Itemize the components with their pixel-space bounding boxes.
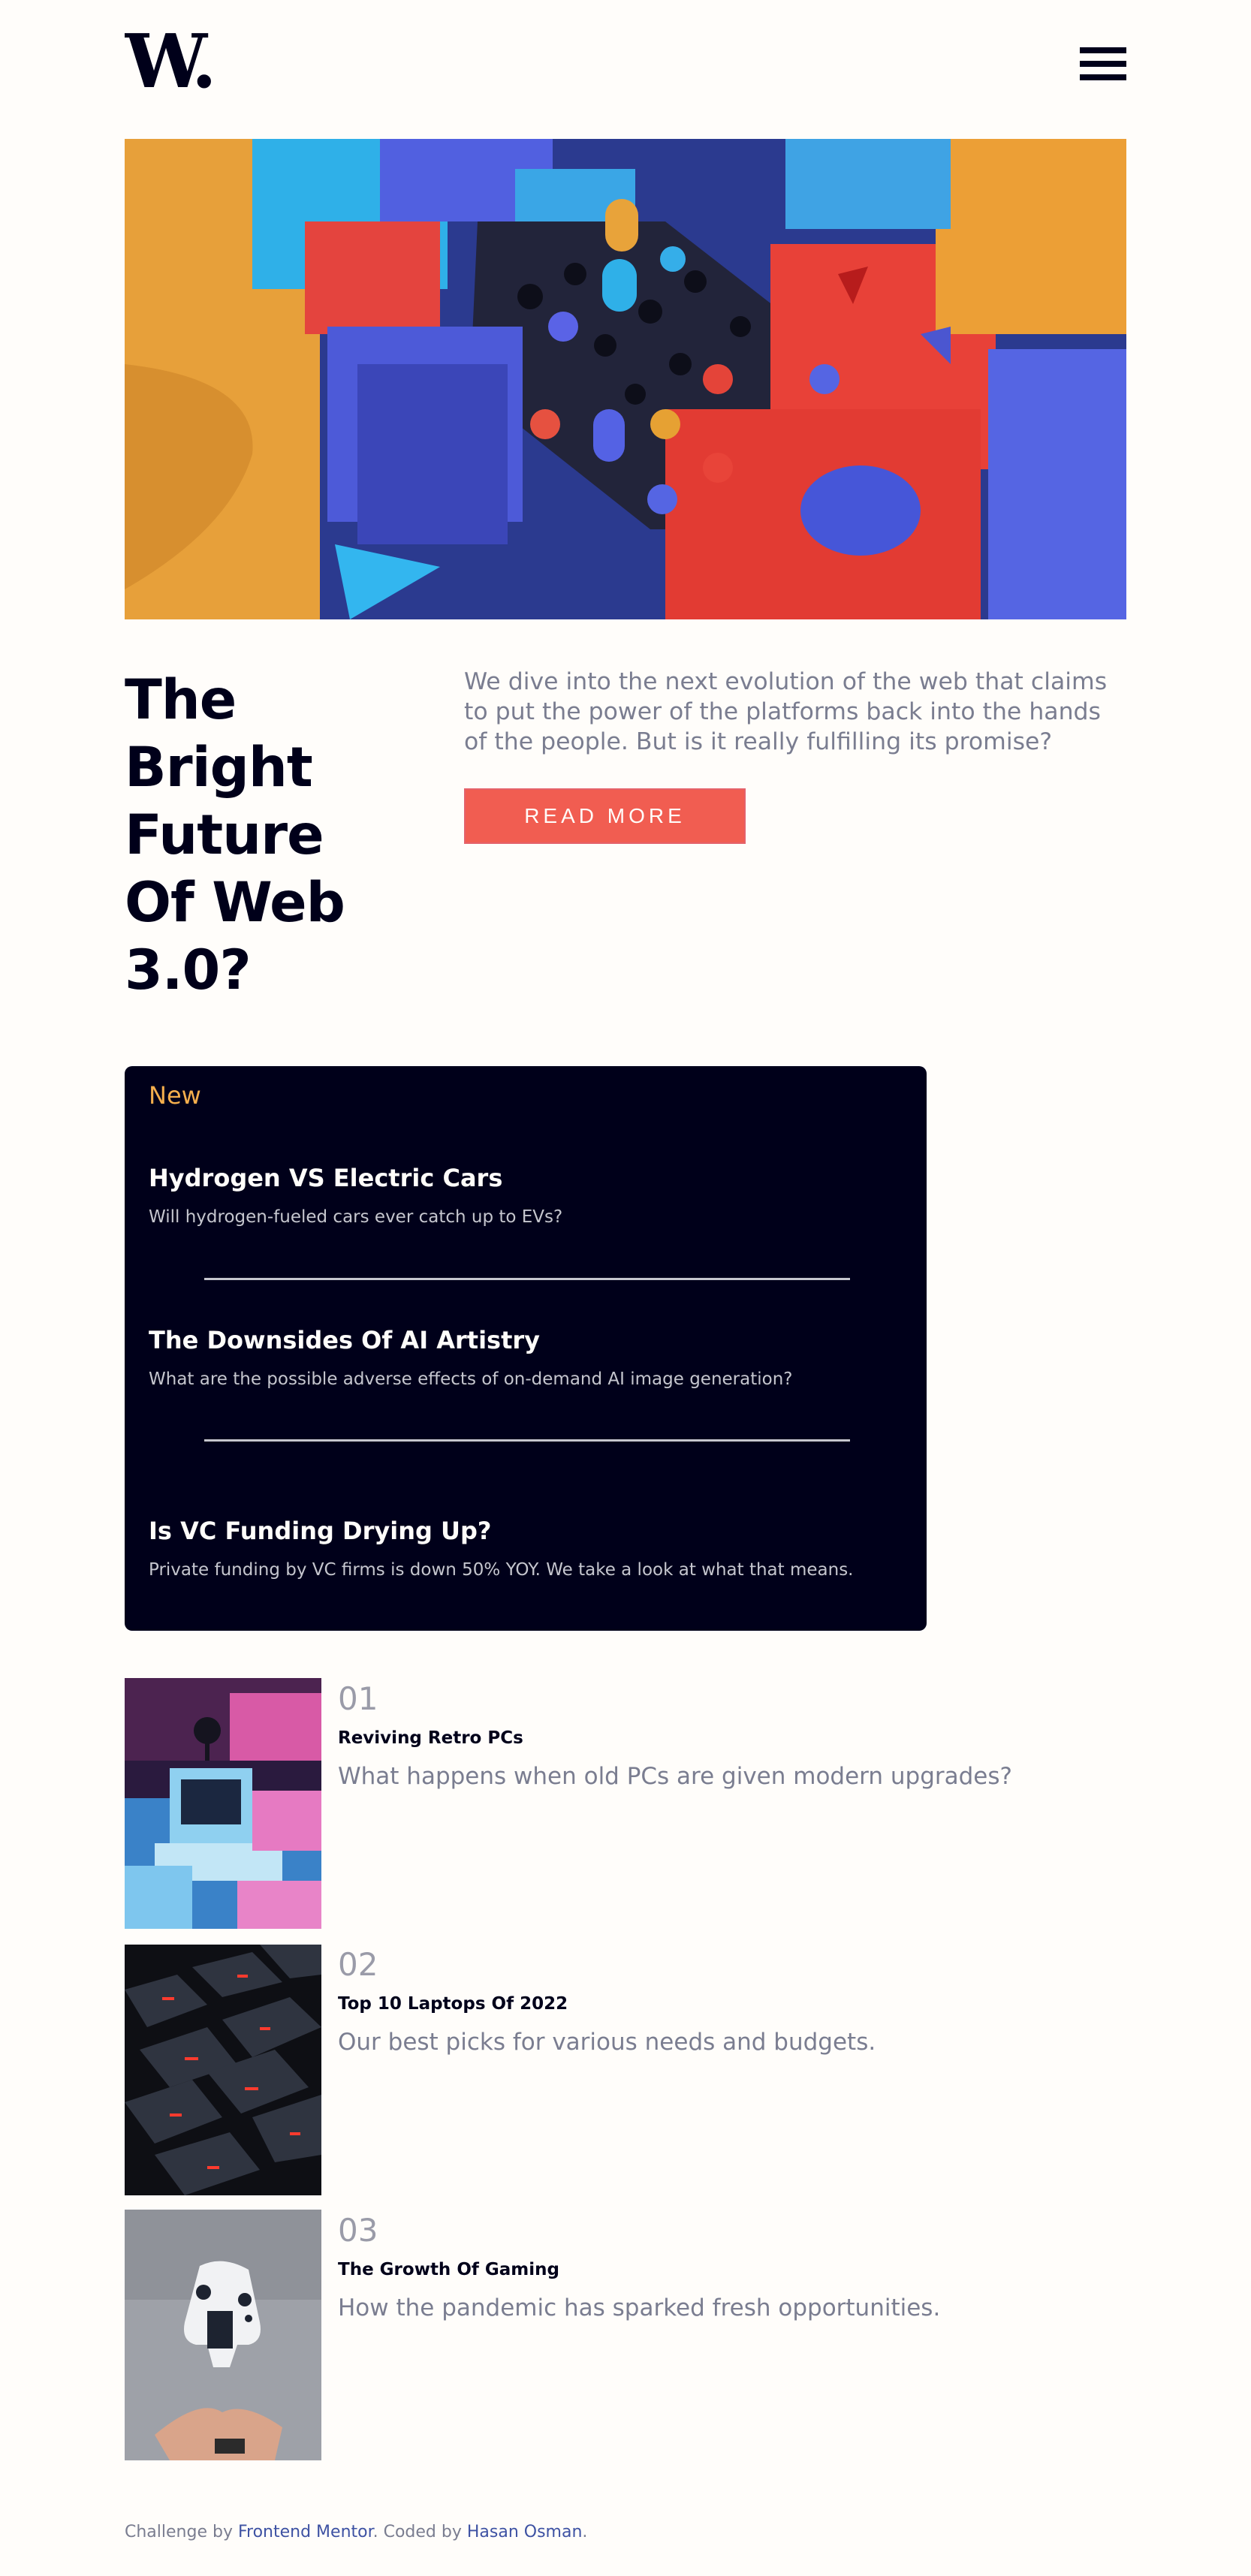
logo-w[interactable]: W.: [125, 27, 224, 95]
new-item-title[interactable]: The Downsides Of AI Artistry: [149, 1326, 540, 1354]
article-desc: What happens when old PCs are given mode…: [338, 1763, 1012, 1790]
read-more-button[interactable]: READ MORE: [464, 788, 746, 844]
new-item-desc: Private funding by VC firms is down 50% …: [149, 1560, 854, 1580]
retro-pc-image[interactable]: [125, 1678, 321, 1929]
footer-prefix: Challenge by: [125, 2523, 238, 2541]
footer-credits: Challenge by Frontend Mentor. Coded by H…: [125, 2523, 587, 2541]
frontend-mentor-link[interactable]: Frontend Mentor: [238, 2523, 373, 2541]
hamburger-menu-icon[interactable]: [1080, 47, 1126, 82]
article-desc: How the pandemic has sparked fresh oppor…: [338, 2294, 941, 2321]
stray-text: ;: [125, 1443, 133, 1469]
gaming-controller-image[interactable]: [125, 2210, 321, 2460]
hero-image: [125, 139, 1126, 619]
laptop-keyboard-image[interactable]: [125, 1945, 321, 2195]
article-desc: Our best picks for various needs and bud…: [338, 2029, 876, 2056]
article-number: 01: [338, 1680, 378, 1717]
new-item-desc: Will hydrogen-fueled cars ever catch up …: [149, 1207, 563, 1227]
divider: [204, 1278, 850, 1280]
page-title: The Bright Future Of Web 3.0?: [125, 668, 345, 1002]
article-title[interactable]: The Growth Of Gaming: [338, 2260, 559, 2279]
divider: [204, 1439, 850, 1442]
author-link[interactable]: Hasan Osman: [467, 2523, 583, 2541]
new-panel-title: New: [149, 1081, 201, 1110]
svg-text:W.: W.: [125, 27, 213, 95]
footer-middle: . Coded by: [372, 2523, 467, 2541]
article-title[interactable]: Top 10 Laptops Of 2022: [338, 1994, 568, 2014]
new-item-title[interactable]: Is VC Funding Drying Up?: [149, 1517, 491, 1545]
article-number: 03: [338, 2212, 378, 2249]
new-item-desc: What are the possible adverse effects of…: [149, 1369, 793, 1389]
new-item-title[interactable]: Hydrogen VS Electric Cars: [149, 1164, 502, 1192]
article-title[interactable]: Reviving Retro PCs: [338, 1728, 523, 1748]
article-number: 02: [338, 1946, 378, 1983]
footer-suffix: .: [582, 2523, 588, 2541]
new-articles-panel: New Hydrogen VS Electric Cars Will hydro…: [125, 1066, 927, 1631]
hero-intro: We dive into the next evolution of the w…: [464, 668, 1108, 755]
